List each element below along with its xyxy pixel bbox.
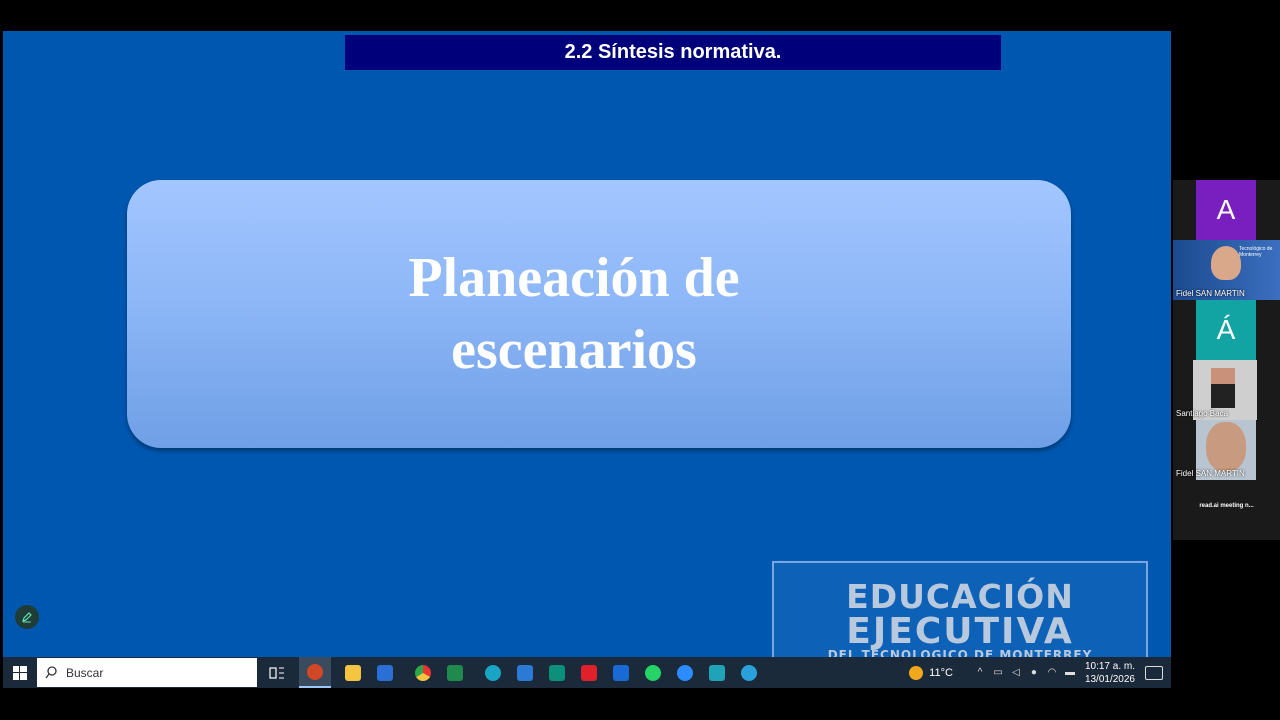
powerpoint-icon[interactable] xyxy=(299,657,331,688)
whatsapp-icon[interactable] xyxy=(637,657,669,688)
chevron-up-icon[interactable]: ^ xyxy=(973,666,987,680)
title-box: Planeación de escenarios xyxy=(127,180,1071,448)
slide-title: Planeación de escenarios xyxy=(334,242,814,386)
sun-icon xyxy=(909,665,924,680)
participant-tile[interactable]: A xyxy=(1173,180,1280,240)
participant-name: Santiago Baca xyxy=(1176,409,1229,418)
search-icon xyxy=(45,666,57,679)
excel-icon[interactable] xyxy=(439,657,471,688)
participant-tile[interactable]: Fidel SAN MARTIN xyxy=(1173,420,1280,480)
slide-title-line2: escenarios xyxy=(451,319,697,381)
participant-video xyxy=(1211,368,1235,408)
outlook-icon[interactable] xyxy=(605,657,637,688)
readai-label: read.ai meeting n... xyxy=(1199,503,1254,509)
participant-logo-text: Tecnológico de Monterrey xyxy=(1239,246,1273,258)
microphone-icon[interactable]: ● xyxy=(1027,666,1041,680)
windows-start-icon[interactable] xyxy=(3,657,37,688)
telegram-icon[interactable] xyxy=(733,657,765,688)
webex-icon[interactable] xyxy=(701,657,733,688)
shared-screen: 2.2 Síntesis normativa. Planeación de es… xyxy=(3,31,1171,688)
taskbar: Buscar 11°C ^ ▭ ◁ ● ◠ ▬ 10:17 a. m. 13/0… xyxy=(3,657,1171,688)
participant-tile[interactable]: Tecnológico de Monterrey Fidel SAN MARTI… xyxy=(1173,240,1280,300)
participant-video xyxy=(1206,422,1246,472)
slide-title-line1: Planeación de xyxy=(408,247,740,309)
taskbar-search[interactable]: Buscar xyxy=(37,658,257,687)
clock[interactable]: 10:17 a. m. 13/01/2026 xyxy=(1085,660,1135,686)
participant-initial: Á xyxy=(1196,300,1256,360)
participant-name: Fidel SAN MARTIN xyxy=(1176,469,1245,478)
clock-time: 10:17 a. m. xyxy=(1084,660,1135,672)
publisher-icon[interactable] xyxy=(541,657,573,688)
word-icon[interactable] xyxy=(369,657,401,688)
pen-icon[interactable] xyxy=(15,605,39,629)
display-icon[interactable]: ▭ xyxy=(991,666,1005,680)
participant-tile[interactable]: Santiago Baca xyxy=(1173,360,1280,420)
search-placeholder: Buscar xyxy=(66,665,104,680)
participant-video xyxy=(1211,246,1241,280)
participant-initial: A xyxy=(1196,180,1256,240)
brand-line2: EJECUTIVA xyxy=(846,611,1074,652)
zoom-icon[interactable] xyxy=(669,657,701,688)
weather-widget[interactable]: 11°C xyxy=(909,665,953,680)
wifi-icon[interactable]: ◠ xyxy=(1045,666,1059,680)
battery-icon[interactable]: ▬ xyxy=(1063,666,1077,680)
file-explorer-icon[interactable] xyxy=(337,657,369,688)
edge-icon[interactable] xyxy=(477,657,509,688)
participant-name: Fidel SAN MARTIN xyxy=(1176,289,1245,298)
acrobat-icon[interactable] xyxy=(573,657,605,688)
clock-date: 13/01/2026 xyxy=(1084,673,1135,685)
system-tray: 11°C ^ ▭ ◁ ● ◠ ▬ 10:17 a. m. 13/01/2026 xyxy=(909,657,1171,688)
task-view-icon[interactable] xyxy=(261,657,293,688)
notification-icon[interactable] xyxy=(1145,665,1163,680)
chrome-icon[interactable] xyxy=(407,657,439,688)
temperature: 11°C xyxy=(929,666,953,679)
slide-header: 2.2 Síntesis normativa. xyxy=(345,35,1001,70)
participant-tile[interactable]: Á xyxy=(1173,300,1280,360)
mail-icon[interactable] xyxy=(509,657,541,688)
speaker-icon[interactable]: ◁ xyxy=(1009,666,1023,680)
participants-panel: A Tecnológico de Monterrey Fidel SAN MAR… xyxy=(1173,180,1280,540)
